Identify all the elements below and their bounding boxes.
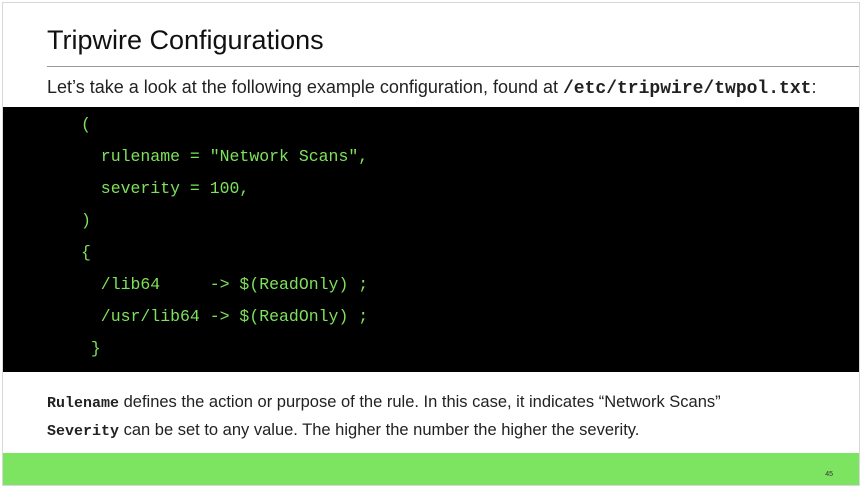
code-line-close-paren: ) — [81, 211, 91, 230]
code-line-severity: severity = 100, — [81, 179, 250, 198]
slide: Tripwire Configurations Let’s take a loo… — [2, 2, 860, 486]
note-term-rulename: Rulename — [47, 395, 120, 412]
code-line-lib64: /lib64 -> $(ReadOnly) ; — [81, 275, 369, 294]
notes: Rulename defines the action or purpose o… — [47, 389, 721, 445]
config-file-path: /etc/tripwire/twpol.txt — [563, 79, 812, 99]
code-line-usr-lib64: /usr/lib64 -> $(ReadOnly) ; — [81, 307, 369, 326]
note-rulename: Rulename defines the action or purpose o… — [47, 389, 721, 417]
code-line-rulename: rulename = "Network Scans", — [81, 147, 369, 166]
intro-paragraph: Let’s take a look at the following examp… — [47, 77, 816, 99]
title-divider — [47, 66, 859, 67]
code-block: ( rulename = "Network Scans", severity =… — [3, 107, 859, 372]
code-line-open-brace: { — [81, 243, 91, 262]
code-line-open-paren: ( — [81, 115, 91, 134]
code-line-close-brace: } — [81, 339, 101, 358]
note-text-rulename: defines the action or purpose of the rul… — [119, 393, 721, 411]
page-number: 45 — [825, 471, 833, 478]
note-severity: Severity can be set to any value. The hi… — [47, 417, 721, 445]
slide-title: Tripwire Configurations — [47, 25, 324, 55]
note-term-severity: Severity — [47, 423, 120, 440]
intro-text: Let’s take a look at the following examp… — [47, 77, 563, 97]
note-text-severity: can be set to any value. The higher the … — [119, 421, 640, 439]
footer-bar — [3, 453, 859, 485]
intro-suffix: : — [811, 77, 817, 97]
